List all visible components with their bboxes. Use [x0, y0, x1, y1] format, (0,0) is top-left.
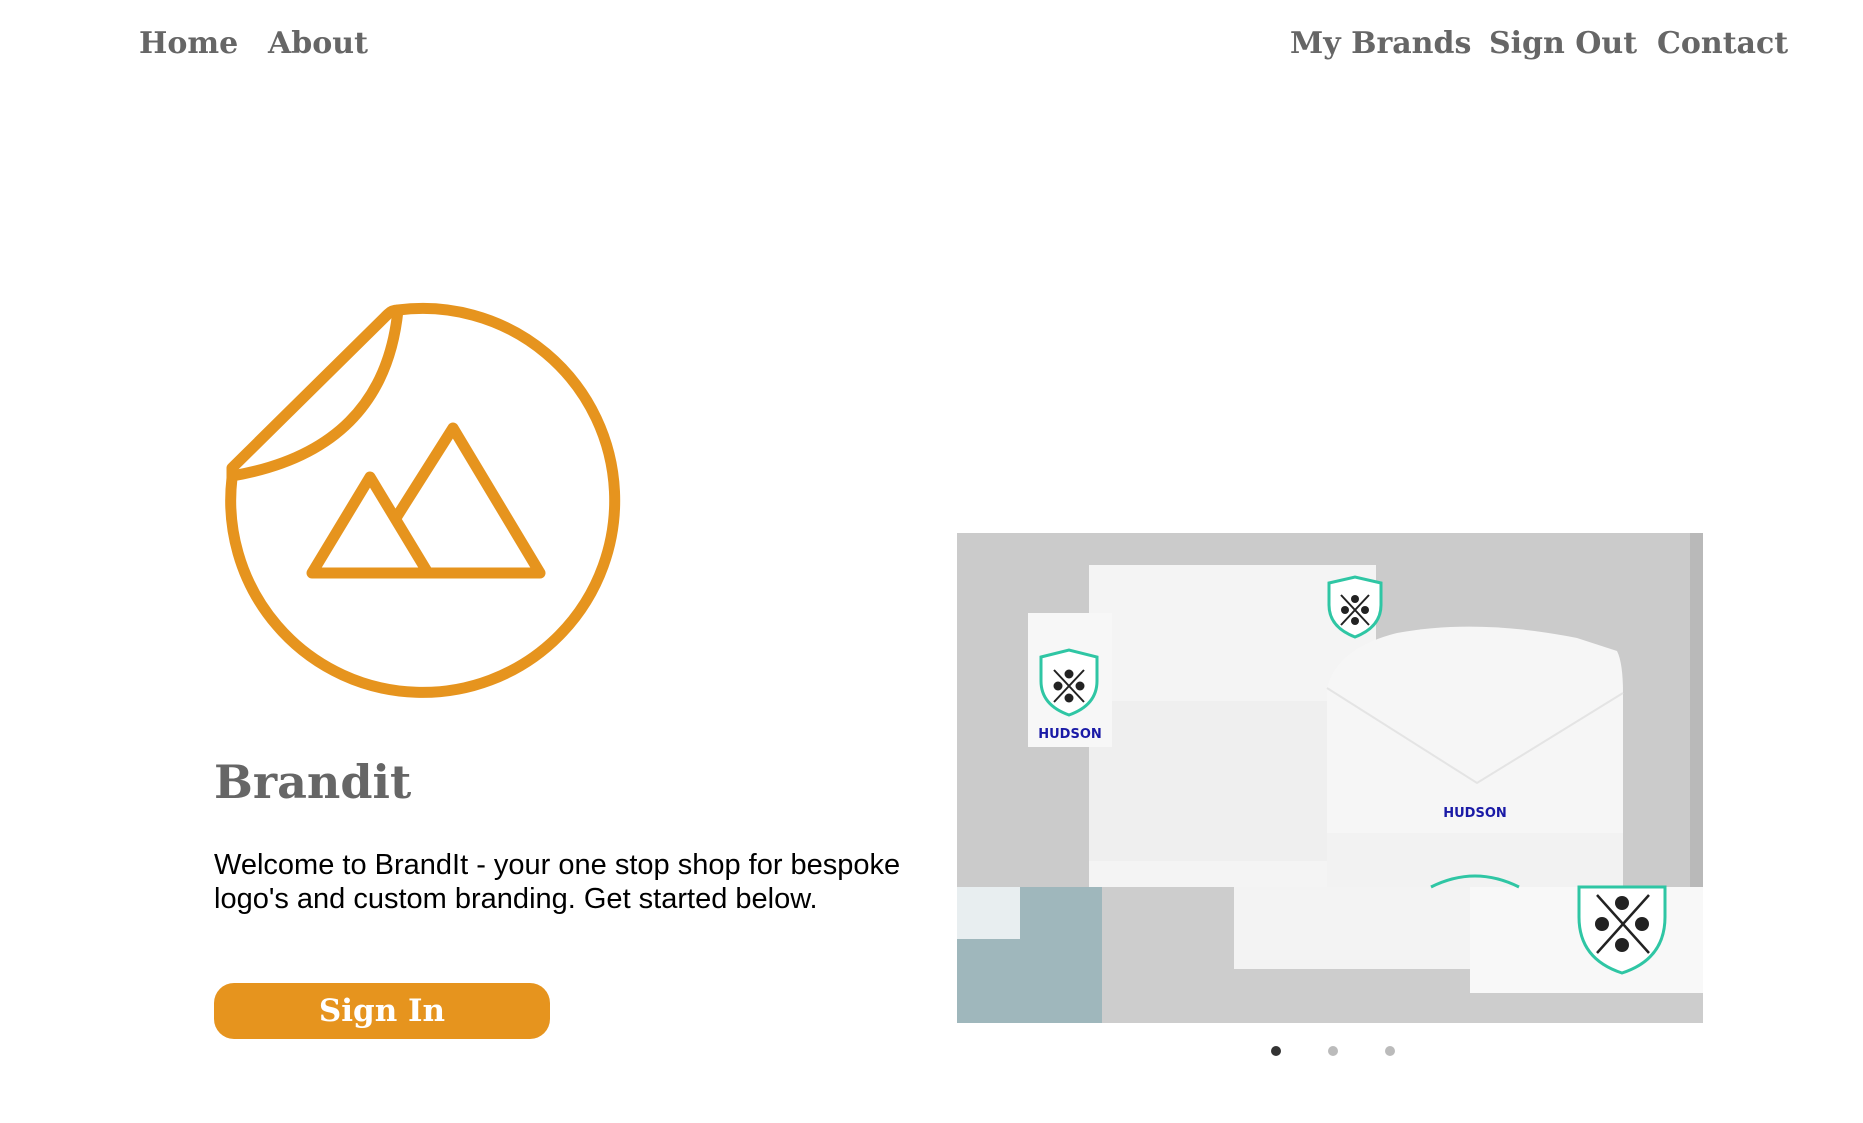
card-brand-text: HUDSON: [1038, 727, 1102, 742]
nav-my-brands-link[interactable]: My Brands: [1290, 22, 1471, 66]
nav-home-link[interactable]: Home: [139, 22, 238, 66]
sticker-mountains-icon: [225, 302, 621, 698]
brand-title: Brandit: [214, 755, 412, 809]
carousel-dot-3[interactable]: [1385, 1046, 1395, 1056]
nav-about-link[interactable]: About: [268, 22, 368, 66]
nav-contact-link[interactable]: Contact: [1657, 22, 1788, 66]
image-carousel[interactable]: HUDSON HUDSON: [957, 533, 1703, 1023]
carousel-indicators: [0, 1046, 1863, 1058]
envelope-brand-text: HUDSON: [1443, 806, 1507, 821]
carousel-dot-1[interactable]: [1271, 1046, 1281, 1056]
carousel-dot-2[interactable]: [1328, 1046, 1338, 1056]
stationery-mockup-image: HUDSON HUDSON: [957, 533, 1703, 1023]
nav-sign-out-link[interactable]: Sign Out: [1489, 22, 1637, 66]
brand-logo: [222, 300, 627, 705]
welcome-text: Welcome to BrandIt - your one stop shop …: [214, 849, 901, 915]
sign-in-button[interactable]: Sign In: [214, 983, 550, 1039]
